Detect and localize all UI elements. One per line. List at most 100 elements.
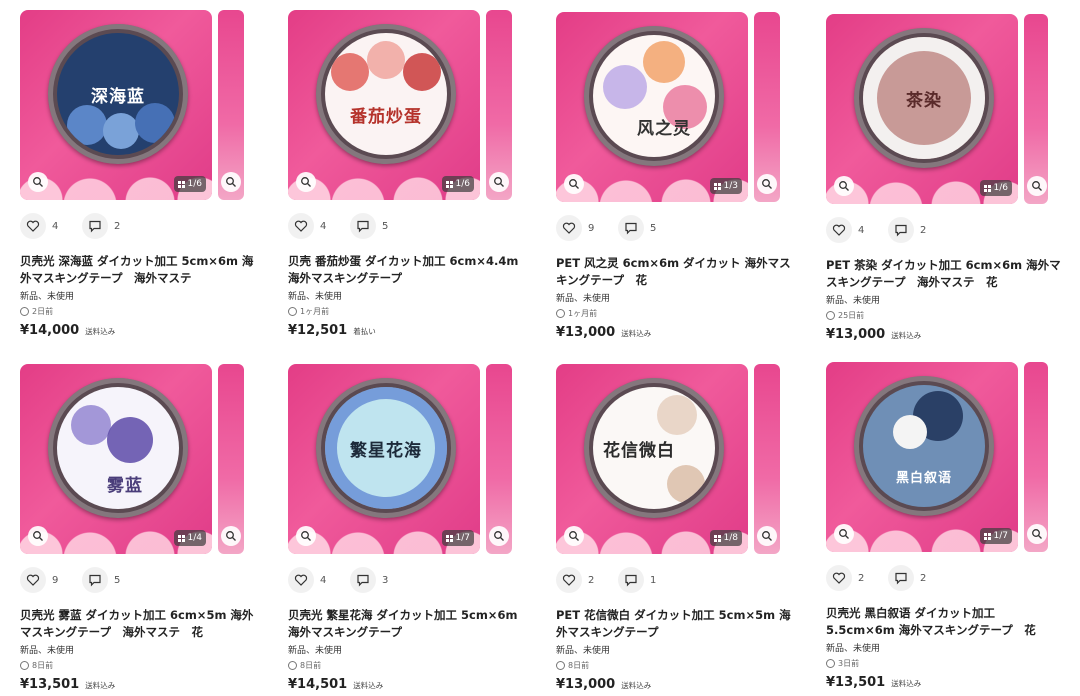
like-button[interactable] <box>556 215 582 241</box>
next-image-preview[interactable] <box>1024 14 1048 204</box>
product-image[interactable]: 花信微白 1/8 <box>556 364 806 559</box>
product-image[interactable]: 黑白叙语 1/7 <box>826 362 1076 557</box>
comment-button[interactable] <box>888 565 914 591</box>
product-image[interactable]: 雾蓝 1/4 <box>20 364 270 559</box>
product-photo[interactable]: 黑白叙语 1/7 <box>826 362 1018 552</box>
product-title[interactable]: 贝壳 番茄炒蛋 ダイカット加工 6cm×4.4m 海外マスキングテープ <box>288 253 528 287</box>
comment-button[interactable] <box>350 567 376 593</box>
shipping-label: 着払い <box>353 327 376 336</box>
image-search-icon[interactable] <box>489 172 509 192</box>
heart-icon <box>562 222 576 234</box>
grid-icon <box>983 184 991 192</box>
comment-icon <box>89 220 101 233</box>
washi-tape-roll: 繁星花海 <box>316 378 456 518</box>
next-image-preview[interactable] <box>218 364 244 554</box>
product-image[interactable]: 深海蓝 1/6 <box>20 10 270 205</box>
like-count: 4 <box>320 220 327 232</box>
comment-button[interactable] <box>618 215 644 241</box>
image-search-icon[interactable] <box>834 524 854 544</box>
page-indicator: 1/8 <box>709 530 742 546</box>
comment-button[interactable] <box>350 213 376 239</box>
shipping-label: 送料込み <box>891 331 922 340</box>
product-title[interactable]: PET 茶染 ダイカット加工 6cm×6m 海外マスキングテープ 海外マステ 花 <box>826 257 1066 291</box>
shipping-label: 送料込み <box>85 681 116 690</box>
like-button[interactable] <box>826 565 852 591</box>
image-search-icon[interactable] <box>221 172 241 192</box>
page-indicator: 1/4 <box>173 530 206 546</box>
like-count: 9 <box>588 222 595 234</box>
clock-icon <box>556 309 565 318</box>
next-image-preview[interactable] <box>218 10 244 200</box>
comment-count: 2 <box>920 224 927 236</box>
image-search-icon[interactable] <box>296 172 316 192</box>
product-title[interactable]: PET 风之灵 6cm×6m ダイカット 海外マスキングテープ 花 <box>556 255 796 289</box>
image-search-icon[interactable] <box>489 526 509 546</box>
product-title[interactable]: 贝壳光 深海蓝 ダイカット加工 5cm×6m 海外マスキングテープ 海外マステ <box>20 253 260 287</box>
price: ¥13,000 <box>556 325 616 340</box>
condition-label: 新品、未使用 <box>20 646 75 656</box>
product-title[interactable]: 贝壳光 雾蓝 ダイカット加工 6cm×5m 海外マスキングテープ 海外マステ 花 <box>20 607 260 641</box>
product-image[interactable]: 繁星花海 1/7 <box>288 364 538 559</box>
like-button[interactable] <box>20 567 46 593</box>
product-image[interactable]: 风之灵 1/3 <box>556 12 806 207</box>
next-image-preview[interactable] <box>486 364 512 554</box>
product-image[interactable]: 茶染 1/6 <box>826 14 1076 209</box>
shipping-label: 送料込み <box>891 679 922 688</box>
image-search-icon[interactable] <box>834 176 854 196</box>
product-photo[interactable]: 雾蓝 1/4 <box>20 364 212 554</box>
like-button[interactable] <box>556 567 582 593</box>
like-count: 4 <box>320 574 327 586</box>
price: ¥14,000 <box>20 323 80 338</box>
image-search-icon[interactable] <box>564 526 584 546</box>
clock-icon <box>20 307 29 316</box>
product-image[interactable]: 番茄炒蛋 1/6 <box>288 10 538 205</box>
clock-icon <box>20 661 29 670</box>
like-button[interactable] <box>288 213 314 239</box>
like-button[interactable] <box>20 213 46 239</box>
image-search-icon[interactable] <box>757 526 777 546</box>
comment-button[interactable] <box>82 567 108 593</box>
next-image-preview[interactable] <box>754 12 780 202</box>
product-photo[interactable]: 番茄炒蛋 1/6 <box>288 10 480 200</box>
tape-label: 番茄炒蛋 <box>350 106 422 127</box>
product-title[interactable]: PET 花信微白 ダイカット加工 5cm×5m 海外マスキングテープ <box>556 607 796 641</box>
image-search-icon[interactable] <box>564 174 584 194</box>
like-count: 2 <box>588 574 595 586</box>
image-search-icon[interactable] <box>28 172 48 192</box>
product-title[interactable]: 贝壳光 繁星花海 ダイカット加工 5cm×6m 海外マスキングテープ <box>288 607 528 641</box>
comment-icon <box>357 574 369 587</box>
image-search-icon[interactable] <box>28 526 48 546</box>
comment-button[interactable] <box>82 213 108 239</box>
tape-label: 风之灵 <box>637 118 691 139</box>
like-button[interactable] <box>288 567 314 593</box>
product-title[interactable]: 贝壳光 黑白叙语 ダイカット加工 5.5cm×6m 海外マスキングテープ 花 <box>826 605 1066 639</box>
product-photo[interactable]: 繁星花海 1/7 <box>288 364 480 554</box>
heart-icon <box>562 574 576 586</box>
product-photo[interactable]: 风之灵 1/3 <box>556 12 748 202</box>
next-image-preview[interactable] <box>754 364 780 554</box>
price: ¥13,000 <box>556 677 616 692</box>
washi-tape-roll: 番茄炒蛋 <box>316 24 456 164</box>
image-search-icon[interactable] <box>221 526 241 546</box>
next-image-preview[interactable] <box>486 10 512 200</box>
product-photo[interactable]: 花信微白 1/8 <box>556 364 748 554</box>
tape-label: 黑白叙语 <box>895 470 952 486</box>
washi-tape-roll: 黑白叙语 <box>854 376 994 516</box>
tape-label: 花信微白 <box>603 440 675 461</box>
clock-icon <box>288 307 297 316</box>
clock-icon <box>826 659 835 668</box>
image-search-icon[interactable] <box>1027 524 1047 544</box>
product-photo[interactable]: 深海蓝 1/6 <box>20 10 212 200</box>
heart-icon <box>294 220 308 232</box>
product-photo[interactable]: 茶染 1/6 <box>826 14 1018 204</box>
grid-icon <box>177 180 185 188</box>
price: ¥13,501 <box>20 677 80 692</box>
page-indicator: 1/3 <box>709 178 742 194</box>
comment-button[interactable] <box>618 567 644 593</box>
image-search-icon[interactable] <box>296 526 316 546</box>
image-search-icon[interactable] <box>1027 176 1047 196</box>
like-button[interactable] <box>826 217 852 243</box>
image-search-icon[interactable] <box>757 174 777 194</box>
next-image-preview[interactable] <box>1024 362 1048 552</box>
comment-button[interactable] <box>888 217 914 243</box>
